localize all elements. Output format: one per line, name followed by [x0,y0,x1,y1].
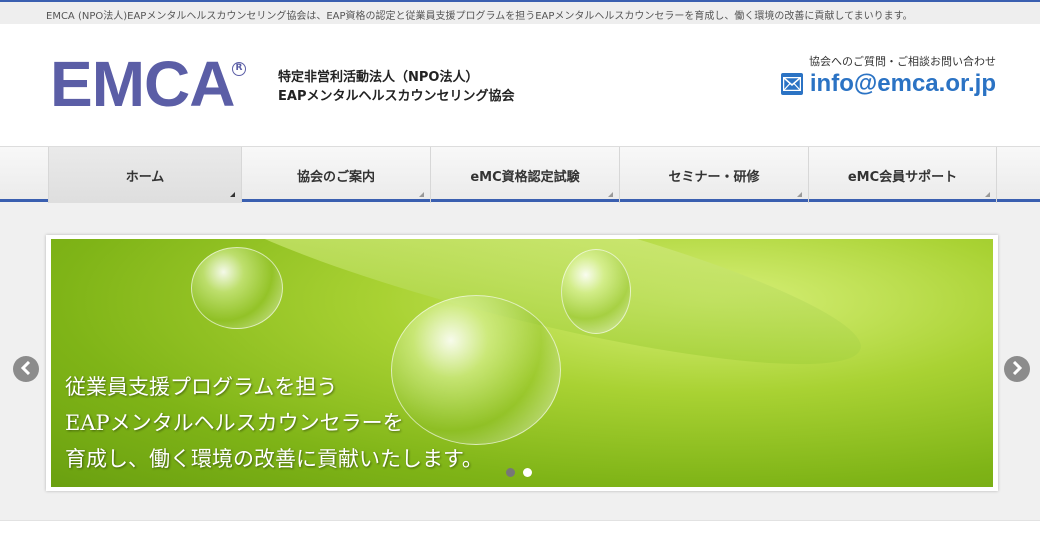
slider-next-button[interactable] [1004,356,1030,382]
slide-caption-line3: 育成し、働く環境の改善に貢献いたします。 [65,447,483,471]
nav-item-label: セミナー・研修 [668,169,760,185]
hero-slider: 従業員支援プログラムを担う EAPメンタルヘルスカウンセラーを 育成し、働く環境… [46,235,998,491]
main-navigation: ホーム 協会のご案内 eMC資格認定試験 セミナー・研修 eMC会員サポート [0,146,1040,203]
nav-item-label: 協会のご案内 [296,169,375,185]
emca-logo[interactable]: EMCA [50,52,235,116]
top-tagline-bar: EMCA (NPO法人)EAPメンタルヘルスカウンセリング協会は、EAP資格の認… [0,0,1040,24]
nav-item-about[interactable]: 協会のご案内 [241,147,430,203]
main-content: 従業員支援プログラムを担う EAPメンタルヘルスカウンセラーを 育成し、働く環境… [0,205,1040,520]
chevron-right-icon [1011,360,1023,379]
water-drop-graphic [561,249,631,334]
nav-item-certification-exam[interactable]: eMC資格認定試験 [430,147,619,203]
email-address: info@emca.or.jp [809,70,996,97]
slider-pagination [506,468,532,477]
dropdown-corner-icon [797,192,802,197]
nav-item-seminars[interactable]: セミナー・研修 [619,147,808,203]
contact-label: 協会へのご質問・ご相談お問い合わせ [809,55,996,68]
slider-dot-1[interactable] [506,468,515,477]
hero-slide-image[interactable]: 従業員支援プログラムを担う EAPメンタルヘルスカウンセラーを 育成し、働く環境… [51,239,993,487]
slider-dot-2[interactable] [523,468,532,477]
nav-item-label: eMC会員サポート [847,169,958,185]
slide-caption: 従業員支援プログラムを担う EAPメンタルヘルスカウンセラーを 育成し、働く環境… [65,369,483,477]
slide-caption-line2: EAPメンタルヘルスカウンセラーを [65,411,404,435]
water-drop-graphic [191,247,283,329]
dropdown-corner-icon [985,192,990,197]
registered-mark: R [232,62,246,76]
dropdown-corner-icon [230,192,235,197]
contact-email-link[interactable]: info@emca.or.jp [780,70,996,98]
nav-item-home[interactable]: ホーム [48,147,241,203]
organization-name: 特定非営利活動法人（NPO法人） EAPメンタルヘルスカウンセリング協会 [278,68,514,106]
content-footer-strip [0,520,1040,542]
organization-name-line2: EAPメンタルヘルスカウンセリング協会 [278,89,515,104]
organization-name-line1: 特定非営利活動法人（NPO法人） [278,70,479,85]
mail-icon [780,73,803,95]
nav-item-label: eMC資格認定試験 [470,169,580,185]
slide-caption-line1: 従業員支援プログラムを担う [65,375,338,399]
site-header: EMCA R 特定非営利活動法人（NPO法人） EAPメンタルヘルスカウンセリン… [0,24,1040,146]
dropdown-corner-icon [419,192,424,197]
slider-prev-button[interactable] [13,356,39,382]
nav-item-member-support[interactable]: eMC会員サポート [808,147,997,203]
nav-item-label: ホーム [125,169,165,185]
site-tagline: EMCA (NPO法人)EAPメンタルヘルスカウンセリング協会は、EAP資格の認… [46,11,913,22]
dropdown-corner-icon [608,192,613,197]
chevron-left-icon [20,360,32,379]
